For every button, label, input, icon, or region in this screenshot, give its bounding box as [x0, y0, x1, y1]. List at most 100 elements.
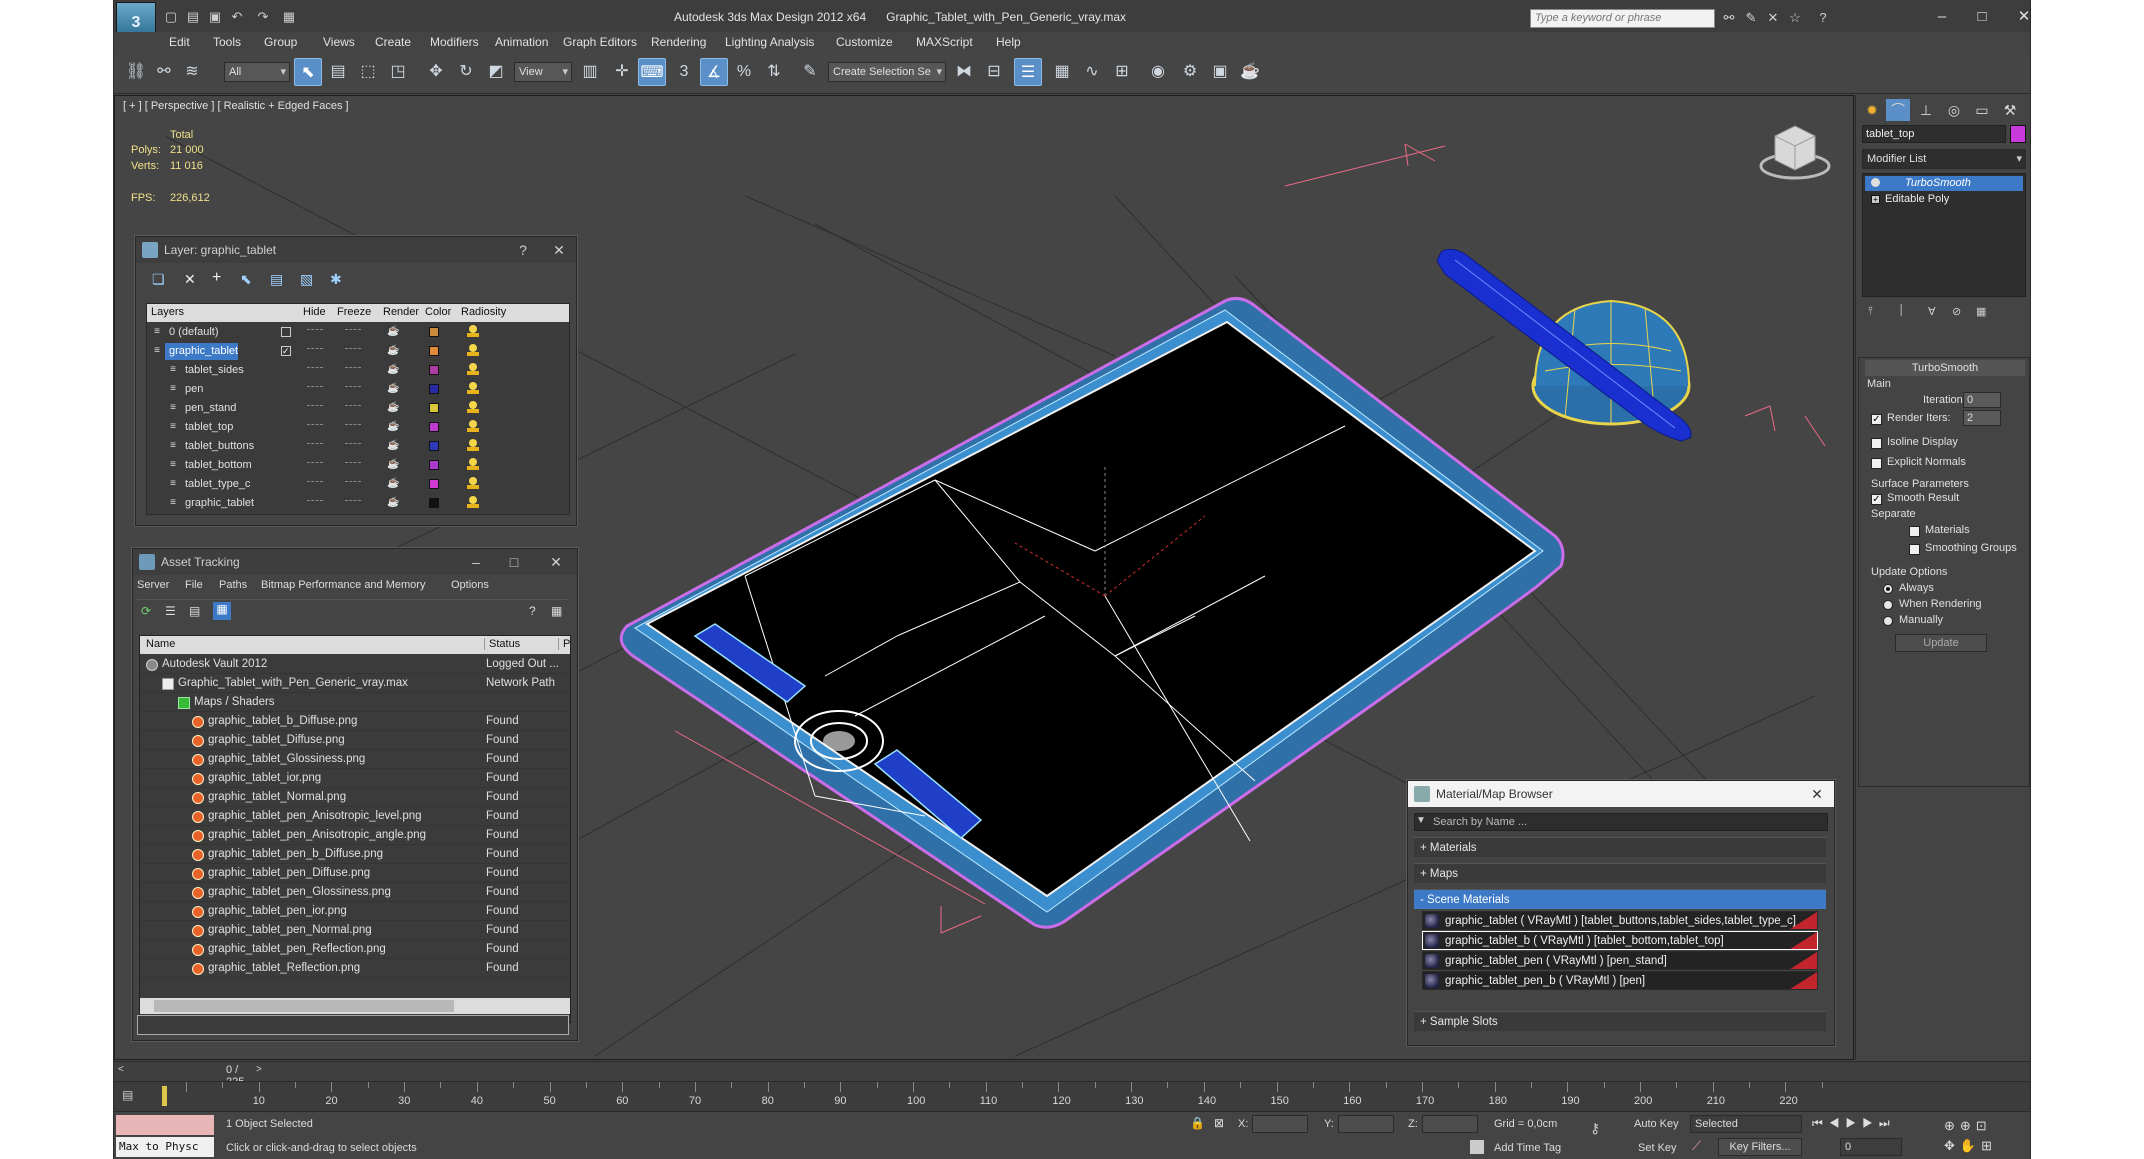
layer-row[interactable]: ≡ tablet_sides ☕: [147, 361, 569, 380]
project-folder-icon[interactable]: ▦: [280, 9, 298, 25]
layer-manager-icon[interactable]: ☰: [1014, 58, 1042, 86]
lock-selection-icon[interactable]: 🔒: [1190, 1116, 1205, 1130]
playback-controls[interactable]: ⏮◀▶▶⏭: [1812, 1116, 1932, 1132]
col-name[interactable]: Name: [146, 638, 175, 650]
freeze-toggle[interactable]: [345, 329, 361, 333]
asset-menu-bitmap[interactable]: Bitmap Performance and Memory: [261, 579, 425, 591]
radiosity-bulb-icon[interactable]: [467, 420, 479, 434]
select-object-icon[interactable]: ⬉: [294, 58, 322, 86]
hide-toggle[interactable]: [307, 500, 323, 504]
layer-name[interactable]: graphic_tablet: [181, 495, 254, 512]
radiosity-bulb-icon[interactable]: [467, 458, 479, 472]
radiosity-bulb-icon[interactable]: [467, 325, 479, 339]
open-file-icon[interactable]: ▤: [184, 9, 202, 25]
col-hide[interactable]: Hide: [303, 306, 326, 318]
menu-help[interactable]: Help: [996, 35, 1021, 49]
hide-toggle[interactable]: [307, 462, 323, 466]
create-tab-icon[interactable]: ✹: [1860, 99, 1884, 121]
layer-name[interactable]: tablet_sides: [181, 362, 244, 379]
scrollbar-thumb[interactable]: [154, 1000, 454, 1012]
hide-toggle[interactable]: [307, 405, 323, 409]
keyboard-shortcut-icon[interactable]: ⌨: [638, 58, 666, 86]
select-in-layer-icon[interactable]: ⬉: [240, 271, 252, 288]
curve-editor-icon[interactable]: ∿: [1078, 58, 1106, 86]
layer-row[interactable]: ≡ tablet_type_c ☕: [147, 475, 569, 494]
radiosity-bulb-icon[interactable]: [467, 344, 479, 358]
undo-icon[interactable]: ↶: [228, 9, 246, 25]
time-slider[interactable]: < 0 / 225 >: [114, 1061, 2030, 1088]
radiosity-bulb-icon[interactable]: [467, 363, 479, 377]
freeze-all-icon[interactable]: ✱: [330, 271, 342, 288]
radiosity-bulb-icon[interactable]: [467, 477, 479, 491]
curve-editor-mini-icon[interactable]: ▤: [122, 1088, 140, 1102]
layer-color-swatch[interactable]: [429, 346, 439, 356]
menu-edit[interactable]: Edit: [169, 35, 190, 49]
z-coord-field[interactable]: [1422, 1115, 1478, 1133]
layer-color-swatch[interactable]: [429, 327, 439, 337]
asset-row[interactable]: graphic_tablet_pen_ior.png Found: [140, 902, 570, 921]
smoothing-groups-checkbox[interactable]: [1909, 544, 1920, 555]
asset-row[interactable]: graphic_tablet_pen_Diffuse.png Found: [140, 864, 570, 883]
asset-menu-options[interactable]: Options: [451, 579, 489, 591]
layer-name[interactable]: graphic_tablet: [165, 343, 239, 360]
unlink-icon[interactable]: ⚯: [150, 58, 178, 86]
redo-icon[interactable]: ↷: [254, 9, 272, 25]
asset-row[interactable]: graphic_tablet_pen_b_Diffuse.png Found: [140, 845, 570, 864]
layer-name[interactable]: tablet_top: [181, 419, 233, 436]
maximize-icon[interactable]: □: [501, 551, 527, 573]
y-coord-field[interactable]: [1338, 1115, 1394, 1133]
menu-lighting-analysis[interactable]: Lighting Analysis: [725, 35, 814, 49]
current-layer-checkbox[interactable]: ✓: [281, 346, 291, 356]
close-icon[interactable]: ✕: [1804, 783, 1830, 805]
menu-graph-editors[interactable]: Graph Editors: [563, 35, 637, 49]
render-teapot-icon[interactable]: ☕: [387, 345, 399, 357]
pivot-center-icon[interactable]: ▥: [576, 58, 604, 86]
stack-item-editable-poly[interactable]: Editable Poly: [1865, 192, 2023, 207]
layer-color-swatch[interactable]: [429, 365, 439, 375]
track-bar[interactable]: ▤ 10 20 30 40 50 60 70 80 90 100 110 120 130 140 150 16…: [114, 1081, 2030, 1111]
delete-layer-icon[interactable]: ✕: [184, 271, 196, 288]
freeze-toggle[interactable]: [345, 367, 361, 371]
close-icon[interactable]: ✕: [543, 551, 569, 573]
freeze-toggle[interactable]: [345, 405, 361, 409]
percent-snap-icon[interactable]: %: [730, 58, 758, 86]
viewport-label[interactable]: [ + ] [ Perspective ] [ Realistic + Edge…: [123, 100, 349, 112]
menu-customize[interactable]: Customize: [836, 35, 893, 49]
layer-color-swatch[interactable]: [429, 403, 439, 413]
remove-modifier-icon[interactable]: ⊘: [1952, 305, 1961, 318]
layer-row[interactable]: ≡ 0 (default) ☕: [147, 323, 569, 342]
when-rendering-radio[interactable]: [1883, 600, 1893, 610]
freeze-toggle[interactable]: [345, 500, 361, 504]
asset-row[interactable]: graphic_tablet_b_Diffuse.png Found: [140, 712, 570, 731]
graphite-tools-icon[interactable]: ▦: [1048, 58, 1076, 86]
hide-toggle[interactable]: [307, 367, 323, 371]
save-file-icon[interactable]: ▣: [206, 9, 224, 25]
communication-icon[interactable]: ✕: [1764, 10, 1782, 26]
menu-maxscript[interactable]: MAXScript: [916, 35, 973, 49]
viewcube-icon[interactable]: [1759, 125, 1831, 180]
detail-view-icon[interactable]: ▤: [189, 604, 200, 618]
layer-name[interactable]: pen: [181, 381, 203, 398]
minimize-button[interactable]: –: [1922, 6, 1962, 28]
asset-path-field[interactable]: [137, 1015, 569, 1035]
layer-row[interactable]: ≡ graphic_tablet ☕ ✓: [147, 342, 569, 361]
menu-tools[interactable]: Tools: [213, 35, 241, 49]
asset-menu-server[interactable]: Server: [137, 579, 169, 591]
manually-radio[interactable]: [1883, 616, 1893, 626]
render-production-icon[interactable]: ☕: [1236, 58, 1264, 86]
link-icon[interactable]: ⛓: [122, 58, 150, 86]
list-view-icon[interactable]: ☰: [165, 604, 176, 618]
layer-color-swatch[interactable]: [429, 422, 439, 432]
spinner-snap-icon[interactable]: ⇅: [760, 58, 788, 86]
asset-row[interactable]: Maps / Shaders: [140, 693, 570, 712]
layer-name[interactable]: tablet_type_c: [181, 476, 250, 493]
menu-animation[interactable]: Animation: [495, 35, 548, 49]
key-icon[interactable]: ⚷: [1590, 1120, 1600, 1137]
current-frame-field[interactable]: 0: [1840, 1138, 1902, 1156]
material-browser-title[interactable]: Material/Map Browser: [1408, 781, 1834, 807]
selection-filter-dropdown[interactable]: All: [224, 62, 290, 82]
menu-group[interactable]: Group: [264, 35, 297, 49]
hierarchy-tab-icon[interactable]: ⊥: [1914, 99, 1938, 121]
layer-color-swatch[interactable]: [429, 460, 439, 470]
rotate-icon[interactable]: ↻: [452, 58, 480, 86]
